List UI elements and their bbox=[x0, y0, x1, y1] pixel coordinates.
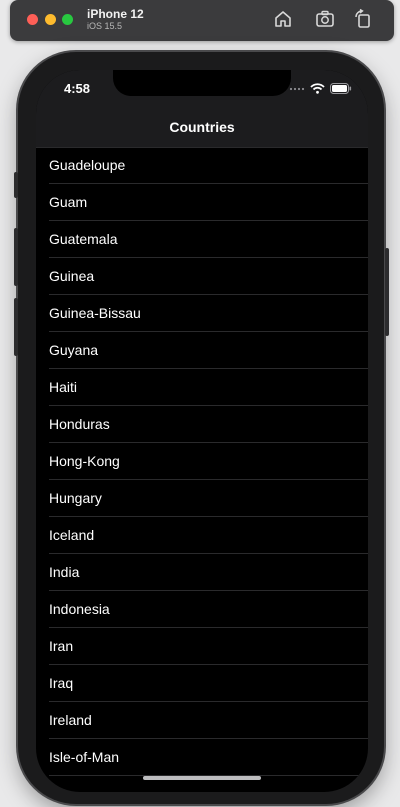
country-name: Iraq bbox=[49, 675, 74, 691]
list-item[interactable]: Guam bbox=[36, 184, 368, 221]
country-name: Guam bbox=[49, 194, 88, 210]
list-item[interactable]: Guinea bbox=[36, 258, 368, 295]
volume-down-button bbox=[14, 298, 18, 356]
home-icon[interactable] bbox=[272, 8, 294, 30]
country-name: Indonesia bbox=[49, 601, 110, 617]
list-item[interactable]: Guatemala bbox=[36, 221, 368, 258]
signal-dots-icon bbox=[289, 87, 305, 90]
os-version: iOS 15.5 bbox=[87, 21, 123, 31]
country-name: Guadeloupe bbox=[49, 157, 126, 173]
country-name: Hong-Kong bbox=[49, 453, 120, 469]
minimize-window-button[interactable] bbox=[45, 14, 56, 25]
list-item[interactable]: Indonesia bbox=[36, 591, 368, 628]
list-item[interactable]: Iran bbox=[36, 628, 368, 665]
home-indicator[interactable] bbox=[143, 776, 261, 780]
screenshot-icon[interactable] bbox=[314, 8, 336, 30]
close-window-button[interactable] bbox=[27, 14, 38, 25]
simulator-toolbar: iPhone 12 iOS 15.5 bbox=[10, 0, 394, 41]
country-name: Haiti bbox=[49, 379, 78, 395]
device-screen: Countries 4:58 Guadeloupe Guam Guatemala Gu… bbox=[36, 70, 368, 792]
list-item[interactable]: Ireland bbox=[36, 702, 368, 739]
list-item[interactable]: Guyana bbox=[36, 332, 368, 369]
status-time: 4:58 bbox=[64, 81, 91, 96]
device-name: iPhone 12 bbox=[87, 7, 144, 21]
country-name: Guatemala bbox=[49, 231, 118, 247]
country-name: Hungary bbox=[49, 490, 102, 506]
list-item[interactable]: Hong-Kong bbox=[36, 443, 368, 480]
list-item[interactable]: Hungary bbox=[36, 480, 368, 517]
list-item[interactable]: Iceland bbox=[36, 517, 368, 554]
list-item[interactable]: Haiti bbox=[36, 369, 368, 406]
country-name: India bbox=[49, 564, 80, 580]
wifi-icon bbox=[310, 83, 325, 94]
zoom-window-button[interactable] bbox=[62, 14, 73, 25]
country-name: Guinea bbox=[49, 268, 95, 284]
country-name: Iceland bbox=[49, 527, 95, 543]
country-name: Iran bbox=[49, 638, 74, 654]
list-item[interactable]: Honduras bbox=[36, 406, 368, 443]
country-name: Isle-of-Man bbox=[49, 749, 120, 765]
mute-switch bbox=[14, 172, 18, 198]
list-item[interactable]: Guinea-Bissau bbox=[36, 295, 368, 332]
country-name: Ireland bbox=[49, 712, 92, 728]
battery-icon bbox=[330, 83, 352, 94]
list-item[interactable]: Iraq bbox=[36, 665, 368, 702]
list-item[interactable]: Guadeloupe bbox=[36, 147, 368, 184]
volume-up-button bbox=[14, 228, 18, 286]
list-item[interactable]: India bbox=[36, 554, 368, 591]
side-power-button bbox=[385, 248, 389, 336]
page-title: Countries bbox=[169, 119, 235, 135]
status-icons bbox=[289, 83, 352, 94]
list-item[interactable]: Isle-of-Man bbox=[36, 739, 368, 776]
country-name: Honduras bbox=[49, 416, 110, 432]
notch bbox=[113, 70, 291, 96]
country-name: Guinea-Bissau bbox=[49, 305, 141, 321]
country-list[interactable]: Guadeloupe Guam Guatemala Guinea Guinea-Biss… bbox=[36, 147, 368, 792]
rotate-icon[interactable] bbox=[352, 8, 374, 30]
country-name: Guyana bbox=[49, 342, 99, 358]
